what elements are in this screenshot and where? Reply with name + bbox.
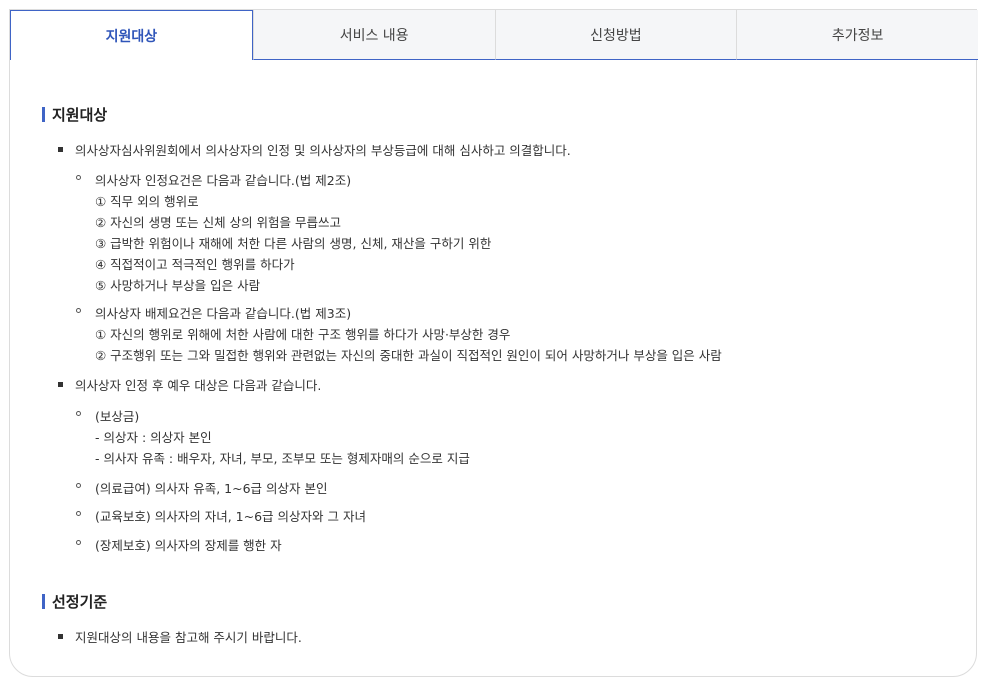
section-title-criteria: 선정기준 — [42, 591, 107, 612]
sublist-line: ② 자신의 생명 또는 신체 상의 위험을 무릅쓰고 — [95, 215, 342, 230]
sublist-line: 의사상자 배제요건은 다음과 같습니다.(법 제3조) — [95, 306, 352, 321]
list-item-text: 의사상자심사위원회에서 의사상자의 인정 및 의사상자의 부상등급에 대해 심사… — [75, 143, 571, 158]
sublist-item-medical: (의료급여) 의사자 유족, 1~6급 의상자 본인 — [76, 478, 327, 499]
section-title-text: 지원대상 — [52, 106, 108, 124]
sublist-item-compensation: (보상금) - 의상자 : 의상자 본인 - 의사자 유족 : 배우자, 자녀,… — [76, 406, 470, 469]
sublist-line: - 의사자 유족 : 배우자, 자녀, 부모, 조부모 또는 형제자매의 순으로… — [95, 451, 470, 466]
sublist-line: ⑤ 사망하거나 부상을 입은 사람 — [95, 278, 261, 293]
tab-target[interactable]: 지원대상 — [10, 10, 253, 60]
section-title-target: 지원대상 — [42, 104, 107, 125]
sublist-item-funeral: (장제보호) 의사자의 장제를 행한 자 — [76, 535, 282, 556]
sublist-line: ① 직무 외의 행위로 — [95, 194, 199, 209]
list-item: 의사상자 인정 후 예우 대상은 다음과 같습니다. — [58, 375, 321, 394]
sublist-line: 의사상자 인정요건은 다음과 같습니다.(법 제2조) — [95, 173, 352, 188]
tab-service-content[interactable]: 서비스 내용 — [252, 10, 495, 60]
square-bullet-icon — [58, 147, 63, 152]
sublist-line: ② 구조행위 또는 그와 밀접한 행위와 관련없는 자신의 중대한 과실이 직접… — [95, 348, 722, 363]
sublist-line: ③ 급박한 위험이나 재해에 처한 다른 사람의 생명, 신체, 재산을 구하기… — [95, 236, 492, 251]
sublist-line: (교육보호) 의사자의 자녀, 1~6급 의상자와 그 자녀 — [95, 509, 366, 524]
benefit-info-card: 지원대상 서비스 내용 신청방법 추가정보 지원대상 의사상자심사위원회에서 의… — [9, 9, 978, 677]
list-item: 지원대상의 내용을 참고해 주시기 바랍니다. — [58, 627, 302, 646]
circle-bullet-icon — [76, 511, 81, 516]
circle-bullet-icon — [76, 411, 81, 416]
circle-bullet-icon — [76, 175, 81, 180]
section-marker — [42, 594, 45, 609]
section-title-text: 선정기준 — [52, 593, 108, 611]
sublist-item-education: (교육보호) 의사자의 자녀, 1~6급 의상자와 그 자녀 — [76, 506, 366, 527]
circle-bullet-icon — [76, 483, 81, 488]
square-bullet-icon — [58, 382, 63, 387]
list-item-text: 의사상자 인정 후 예우 대상은 다음과 같습니다. — [75, 378, 322, 393]
sublist-line: (장제보호) 의사자의 장제를 행한 자 — [95, 538, 282, 553]
sublist-item-requirements: 의사상자 인정요건은 다음과 같습니다.(법 제2조) ① 직무 외의 행위로 … — [76, 170, 491, 296]
circle-bullet-icon — [76, 540, 81, 545]
circle-bullet-icon — [76, 308, 81, 313]
sublist-line: ④ 직접적이고 적극적인 행위를 하다가 — [95, 257, 295, 272]
tab-additional-info[interactable]: 추가정보 — [736, 10, 978, 60]
sublist-line: (의료급여) 의사자 유족, 1~6급 의상자 본인 — [95, 481, 328, 496]
square-bullet-icon — [58, 634, 63, 639]
sublist-line: - 의상자 : 의상자 본인 — [95, 430, 212, 445]
sublist-item-exclusions: 의사상자 배제요건은 다음과 같습니다.(법 제3조) ① 자신의 행위로 위해… — [76, 303, 722, 366]
section-marker — [42, 107, 45, 122]
sublist-line: (보상금) — [95, 409, 140, 424]
tab-content: 지원대상 의사상자심사위원회에서 의사상자의 인정 및 의사상자의 부상등급에 … — [10, 60, 978, 672]
list-item: 의사상자심사위원회에서 의사상자의 인정 및 의사상자의 부상등급에 대해 심사… — [58, 140, 571, 159]
tab-application-method[interactable]: 신청방법 — [494, 10, 737, 60]
sublist-line: ① 자신의 행위로 위해에 처한 사람에 대한 구조 행위를 하다가 사망·부상… — [95, 327, 511, 342]
tab-bar: 지원대상 서비스 내용 신청방법 추가정보 — [10, 10, 978, 60]
list-item-text: 지원대상의 내용을 참고해 주시기 바랍니다. — [75, 630, 302, 645]
